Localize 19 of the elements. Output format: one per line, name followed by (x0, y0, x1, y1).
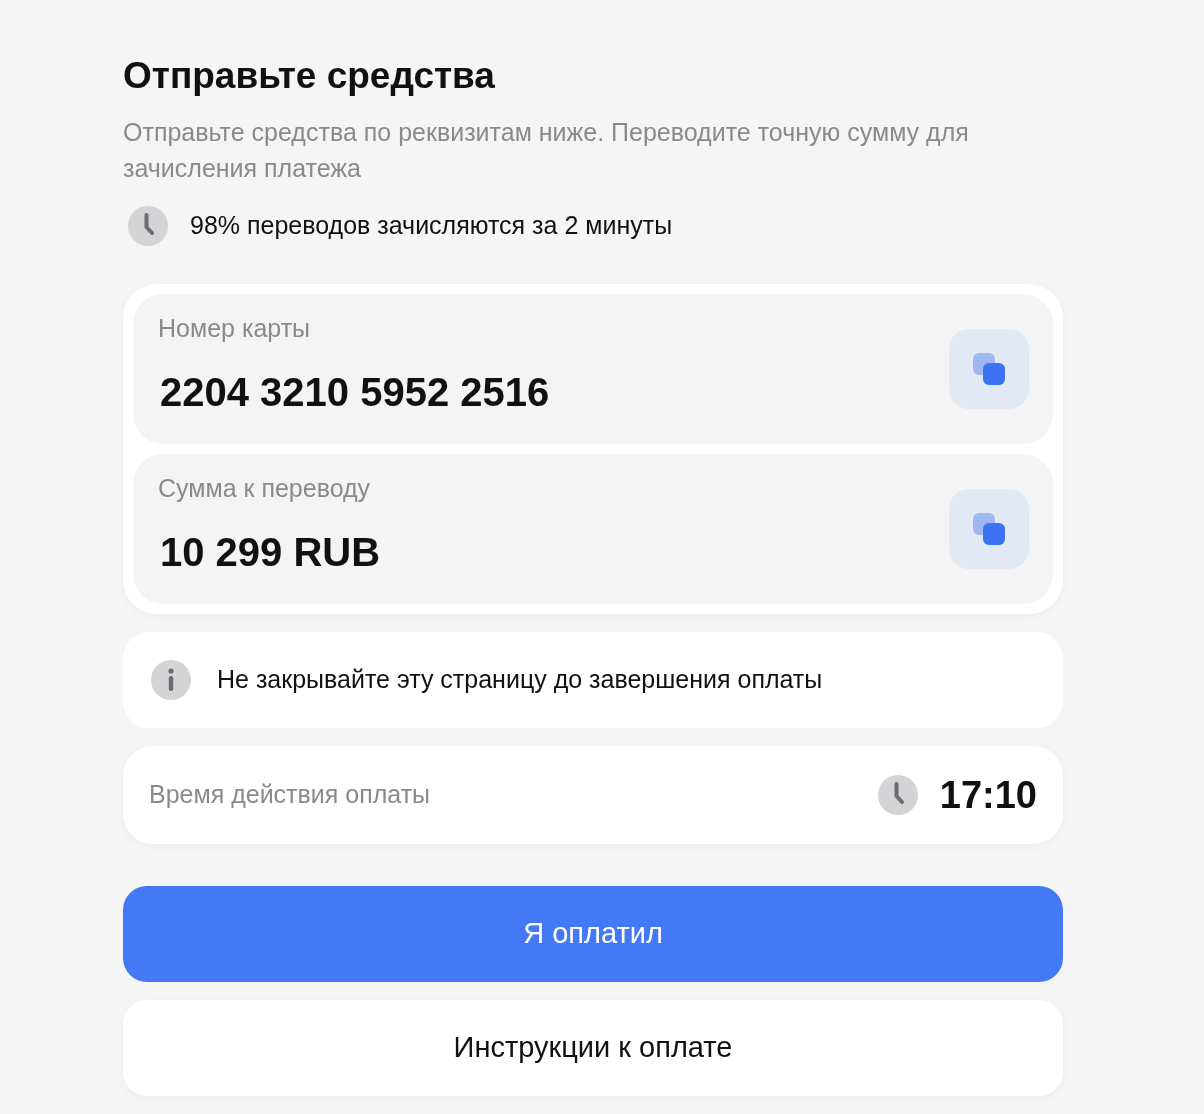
info-icon (151, 660, 191, 700)
clock-icon (128, 206, 168, 246)
timer-value: 17:10 (939, 772, 1037, 818)
copy-icon (971, 511, 1007, 547)
clock-icon (877, 775, 918, 815)
detail-label: Сумма к переводу (158, 473, 372, 503)
page-title: Отправьте средства (123, 54, 496, 98)
detail-value: 10 299 RUB (160, 529, 382, 575)
detail-value: 2204 3210 5952 2516 (160, 369, 551, 415)
timer-label: Время действия оплаты (149, 779, 432, 811)
copy-button[interactable] (949, 329, 1029, 409)
detail-label: Номер карты (158, 313, 312, 343)
confirm-payment-button[interactable]: Я оплатил (123, 886, 1063, 982)
instructions-button[interactable]: Инструкции к оплате (123, 1000, 1063, 1096)
subtitle: Отправьте средства по реквизитам ниже. Переводите точную сумму для зачисления платежа (123, 117, 970, 184)
transfer-speed-note: 98% переводов зачисляются за 2 минуты (190, 210, 673, 242)
copy-button[interactable] (949, 489, 1029, 569)
copy-icon (971, 351, 1007, 387)
warning-text: Не закрывайте эту страницу до завершения оплаты (217, 664, 823, 696)
